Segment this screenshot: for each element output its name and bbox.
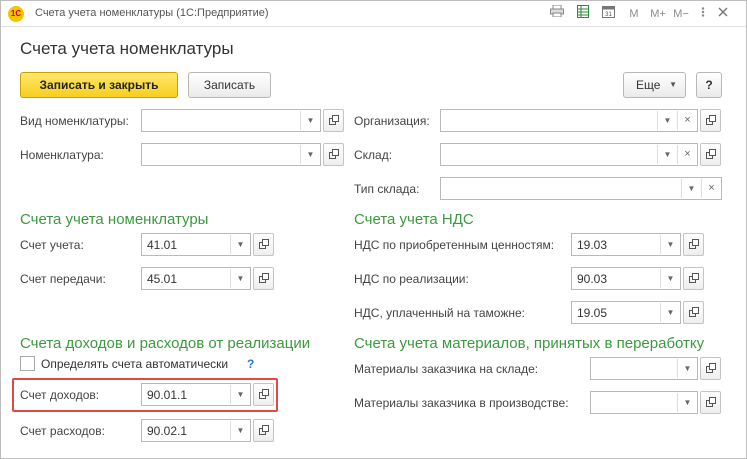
memory-minus-button[interactable]: M− <box>671 5 691 23</box>
chevron-down-icon[interactable]: ▼ <box>230 269 250 288</box>
item-field[interactable]: ▼ <box>141 143 321 166</box>
window-title: Счета учета номенклатуры (1С:Предприятие… <box>35 7 269 19</box>
open-button[interactable] <box>683 233 704 256</box>
help-link[interactable]: ? <box>247 357 254 371</box>
organization-label: Организация: <box>354 114 430 128</box>
vat-acquired-label: НДС по приобретенным ценностям: <box>354 238 555 252</box>
open-button[interactable] <box>253 233 274 256</box>
save-button[interactable]: Записать <box>188 72 271 98</box>
auto-accounts-checkbox[interactable] <box>20 356 35 371</box>
open-button[interactable] <box>253 383 274 406</box>
open-button[interactable] <box>700 109 721 132</box>
chevron-down-icon[interactable]: ▼ <box>677 359 697 378</box>
chevron-down-icon[interactable]: ▼ <box>230 235 250 254</box>
section-title-vat: Счета учета НДС <box>354 211 474 228</box>
warehouse-type-field[interactable]: ▼ × <box>440 177 722 200</box>
print-icon[interactable] <box>548 4 566 23</box>
vat-acquired-value: 19.03 <box>577 238 608 252</box>
chevron-down-icon: ▼ <box>669 80 677 89</box>
account-label: Счет учета: <box>20 238 84 252</box>
income-account-value: 90.01.1 <box>147 388 188 402</box>
memory-m-button[interactable]: M <box>627 5 641 23</box>
save-and-close-button[interactable]: Записать и закрыть <box>20 72 178 98</box>
section-title-income: Счета доходов и расходов от реализации <box>20 335 311 352</box>
section-title-accounting: Счета учета номенклатуры <box>20 211 209 228</box>
memory-plus-button[interactable]: M+ <box>647 5 669 23</box>
close-icon[interactable] <box>714 5 732 23</box>
account-field[interactable]: 41.01 ▼ <box>141 233 251 256</box>
clear-icon[interactable]: × <box>701 179 721 198</box>
clear-icon[interactable]: × <box>677 145 697 164</box>
title-bar: 1С Счета учета номенклатуры (1С:Предприя… <box>1 1 746 27</box>
materials-production-field[interactable]: ▼ <box>590 391 698 414</box>
income-account-field[interactable]: 90.01.1 ▼ <box>141 383 251 406</box>
warehouse-field[interactable]: ▼ × <box>440 143 698 166</box>
auto-accounts-label[interactable]: Определять счета автоматически <box>41 357 228 371</box>
more-button[interactable]: Еще ▼ <box>623 72 686 98</box>
open-button[interactable] <box>323 109 344 132</box>
window: 1С Счета учета номенклатуры (1С:Предприя… <box>0 0 747 459</box>
vat-sales-field[interactable]: 90.03 ▼ <box>571 267 681 290</box>
open-button[interactable] <box>323 143 344 166</box>
expense-account-label: Счет расходов: <box>20 424 105 438</box>
open-button[interactable] <box>253 267 274 290</box>
item-type-label: Вид номенклатуры: <box>20 114 129 128</box>
chevron-down-icon[interactable]: ▼ <box>660 235 680 254</box>
svg-text:31: 31 <box>605 12 612 18</box>
expense-account-field[interactable]: 90.02.1 ▼ <box>141 419 251 442</box>
vat-customs-label: НДС, уплаченный на таможне: <box>354 306 525 320</box>
open-button[interactable] <box>700 391 721 414</box>
organization-field[interactable]: ▼ × <box>440 109 698 132</box>
open-button[interactable] <box>253 419 274 442</box>
open-button[interactable] <box>683 301 704 324</box>
calendar-icon[interactable]: 31 <box>599 5 617 23</box>
vat-sales-value: 90.03 <box>577 272 608 286</box>
transfer-account-field[interactable]: 45.01 ▼ <box>141 267 251 290</box>
materials-warehouse-field[interactable]: ▼ <box>590 357 698 380</box>
chevron-down-icon[interactable]: ▼ <box>681 179 701 198</box>
warehouse-type-label: Тип склада: <box>354 182 420 196</box>
chevron-down-icon[interactable]: ▼ <box>300 111 320 130</box>
section-title-materials: Счета учета материалов, принятых в перер… <box>354 335 705 352</box>
open-button[interactable] <box>700 143 721 166</box>
vat-customs-field[interactable]: 19.05 ▼ <box>571 301 681 324</box>
income-account-label: Счет доходов: <box>20 388 100 402</box>
chevron-down-icon[interactable]: ▼ <box>660 303 680 322</box>
chevron-down-icon[interactable]: ▼ <box>230 421 250 440</box>
help-button[interactable]: ? <box>696 72 722 98</box>
open-button[interactable] <box>700 357 721 380</box>
chevron-down-icon[interactable]: ▼ <box>660 269 680 288</box>
item-type-field[interactable]: ▼ <box>141 109 321 132</box>
clear-icon[interactable]: × <box>677 111 697 130</box>
transfer-account-value: 45.01 <box>147 272 178 286</box>
chevron-down-icon[interactable]: ▼ <box>657 111 677 130</box>
chevron-down-icon[interactable]: ▼ <box>677 393 697 412</box>
materials-warehouse-label: Материалы заказчика на складе: <box>354 362 539 376</box>
page-title: Счета учета номенклатуры <box>20 39 234 58</box>
open-button[interactable] <box>683 267 704 290</box>
materials-production-label: Материалы заказчика в производстве: <box>354 396 569 410</box>
account-value: 41.01 <box>147 238 178 252</box>
vat-customs-value: 19.05 <box>577 306 608 320</box>
chevron-down-icon[interactable]: ▼ <box>230 385 250 404</box>
chevron-down-icon[interactable]: ▼ <box>300 145 320 164</box>
item-label: Номенклатура: <box>20 148 104 162</box>
vat-acquired-field[interactable]: 19.03 ▼ <box>571 233 681 256</box>
chevron-down-icon[interactable]: ▼ <box>657 145 677 164</box>
expense-account-value: 90.02.1 <box>147 424 188 438</box>
menu-icon[interactable] <box>695 5 711 23</box>
vat-sales-label: НДС по реализации: <box>354 272 469 286</box>
warehouse-label: Склад: <box>354 148 393 162</box>
1c-logo-icon: 1С <box>8 6 24 22</box>
more-button-label: Еще <box>636 78 661 92</box>
transfer-account-label: Счет передачи: <box>20 272 106 286</box>
spreadsheet-icon[interactable] <box>574 5 592 23</box>
